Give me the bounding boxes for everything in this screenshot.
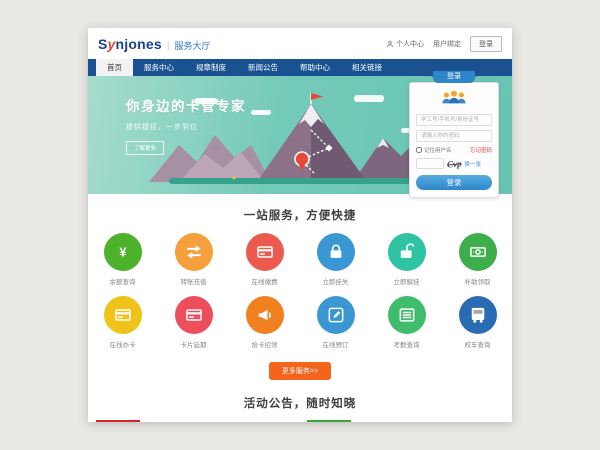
more-services-button[interactable]: 更多服务>> (269, 362, 331, 380)
hero-cta-button[interactable]: 了解更多 (126, 141, 164, 155)
service-row: ¥ 余额查询 转账充值 在线缴费 立即挂失 立即解挂 补助领取 (88, 233, 512, 286)
password-input[interactable] (416, 130, 492, 142)
hero-title: 你身边的卡管专家 (126, 95, 246, 115)
username-input[interactable] (416, 114, 492, 126)
transfer-arrows-icon (175, 233, 213, 271)
user-binding-link[interactable]: 用户绑定 (433, 39, 461, 49)
list-icon (388, 296, 426, 334)
nav-item[interactable]: 规章制度 (185, 59, 237, 76)
bus-icon (459, 296, 497, 334)
nav-item[interactable]: 新闻公告 (237, 59, 289, 76)
users-icon (416, 90, 492, 110)
captcha-row: Cvp 换一张 (416, 158, 492, 169)
services-section: 一站服务，方便快捷 ¥ 余额查询 转账充值 在线缴费 立即挂失 立即解挂 补助领取在线办卡 卡… (88, 194, 512, 380)
user-binding-label: 用户绑定 (433, 39, 461, 49)
logo-text: Synjones (98, 36, 162, 52)
service-item[interactable]: 校车查询 (456, 296, 500, 349)
service-label: 转账充值 (172, 276, 216, 286)
yen-icon: ¥ (104, 233, 142, 271)
site-header: Synjones | 服务大厅 个人中心 用户绑定 登录 (88, 28, 512, 59)
service-label: 补助领取 (456, 276, 500, 286)
service-item[interactable]: 补助领取 (456, 233, 500, 286)
bank-card-icon (175, 296, 213, 334)
service-label: 在线预订 (314, 339, 358, 349)
login-panel: 登录 记住用户名 忘记密码 Cvp 换一张 登录 (409, 71, 499, 198)
service-item[interactable]: 立即解挂 (385, 233, 429, 286)
service-item[interactable]: 在线预订 (314, 296, 358, 349)
service-label: 卡片延期 (172, 339, 216, 349)
service-item[interactable]: 立即挂失 (314, 233, 358, 286)
service-label: 校车查询 (456, 339, 500, 349)
logo-suffix: 服务大厅 (174, 39, 210, 52)
website-window: Synjones | 服务大厅 个人中心 用户绑定 登录 首页服务中心规章制度新… (88, 28, 512, 422)
login-submit-button[interactable]: 登录 (416, 175, 492, 190)
services-grid: ¥ 余额查询 转账充值 在线缴费 立即挂失 立即解挂 补助领取在线办卡 卡片延期 拾卡招领 在线预… (88, 233, 512, 349)
megaphone-icon (246, 296, 284, 334)
bank-card-icon (104, 296, 142, 334)
service-label: 在线缴费 (243, 276, 287, 286)
guide-ribbon-right[interactable]: 使用指南 (307, 420, 351, 422)
service-item[interactable]: 考勤查询 (385, 296, 429, 349)
service-label: 余额查询 (101, 276, 145, 286)
forgot-password-link[interactable]: 忘记密码 (470, 146, 492, 154)
hero-subtitle: 提供捷径，一步到位 (126, 122, 246, 132)
nav-item[interactable]: 帮助中心 (289, 59, 341, 76)
logo[interactable]: Synjones | 服务大厅 (98, 36, 211, 52)
hero-copy: 你身边的卡管专家 提供捷径，一步到位 了解更多 (126, 95, 246, 155)
announcements-title: 活动公告，随时知晓 (88, 395, 512, 411)
captcha-input[interactable] (416, 158, 444, 169)
service-item[interactable]: 拾卡招领 (243, 296, 287, 349)
service-label: 立即挂失 (314, 276, 358, 286)
bank-card-icon (246, 233, 284, 271)
person-icon (386, 40, 394, 48)
services-title: 一站服务，方便快捷 (88, 207, 512, 223)
service-label: 在线办卡 (101, 339, 145, 349)
map-pin-icon (295, 152, 309, 166)
logo-accent: y (108, 36, 116, 52)
nav-item[interactable]: 相关链接 (341, 59, 393, 76)
guide-ribbon-left[interactable]: 使用指南 (96, 420, 140, 422)
login-tab[interactable]: 登录 (433, 71, 475, 83)
service-item[interactable]: 卡片延期 (172, 296, 216, 349)
remember-checkbox[interactable] (416, 147, 422, 153)
edit-icon (317, 296, 355, 334)
announcements-section: 活动公告，随时知晓 使用指南 最新公告 更多>> 使用指南 更多>> (88, 395, 512, 422)
service-label: 考勤查询 (385, 339, 429, 349)
remember-label: 记住用户名 (424, 146, 452, 154)
remember-row: 记住用户名 忘记密码 (416, 146, 492, 154)
header-login-button[interactable]: 登录 (470, 36, 502, 52)
service-label: 拾卡招领 (243, 339, 287, 349)
flag-icon (311, 93, 323, 100)
banknote-icon (459, 233, 497, 271)
announcement-column-right: 使用指南 更多>> (307, 420, 504, 422)
service-item[interactable]: 在线办卡 (101, 296, 145, 349)
nav-item[interactable]: 首页 (96, 59, 133, 76)
nav-item[interactable]: 服务中心 (133, 59, 185, 76)
svg-text:¥: ¥ (119, 245, 127, 260)
announcement-column-left: 使用指南 最新公告 更多>> (96, 420, 293, 422)
header-actions: 个人中心 用户绑定 登录 (386, 36, 502, 52)
announcement-tabs: 使用指南 最新公告 更多>> 使用指南 更多>> (88, 420, 512, 422)
captcha-refresh-link[interactable]: 换一张 (465, 160, 482, 168)
personal-center-label: 个人中心 (396, 39, 424, 49)
personal-center-link[interactable]: 个人中心 (386, 39, 424, 49)
logo-divider: | (167, 41, 170, 52)
service-item[interactable]: 在线缴费 (243, 233, 287, 286)
login-form: 记住用户名 忘记密码 Cvp 换一张 登录 (409, 82, 499, 198)
lock-icon (317, 233, 355, 271)
service-item[interactable]: ¥ 余额查询 (101, 233, 145, 286)
service-item[interactable]: 转账充值 (172, 233, 216, 286)
service-row: 在线办卡 卡片延期 拾卡招领 在线预订 考勤查询 校车查询 (88, 296, 512, 349)
captcha-image: Cvp (447, 158, 462, 169)
service-label: 立即解挂 (385, 276, 429, 286)
unlock-icon (388, 233, 426, 271)
